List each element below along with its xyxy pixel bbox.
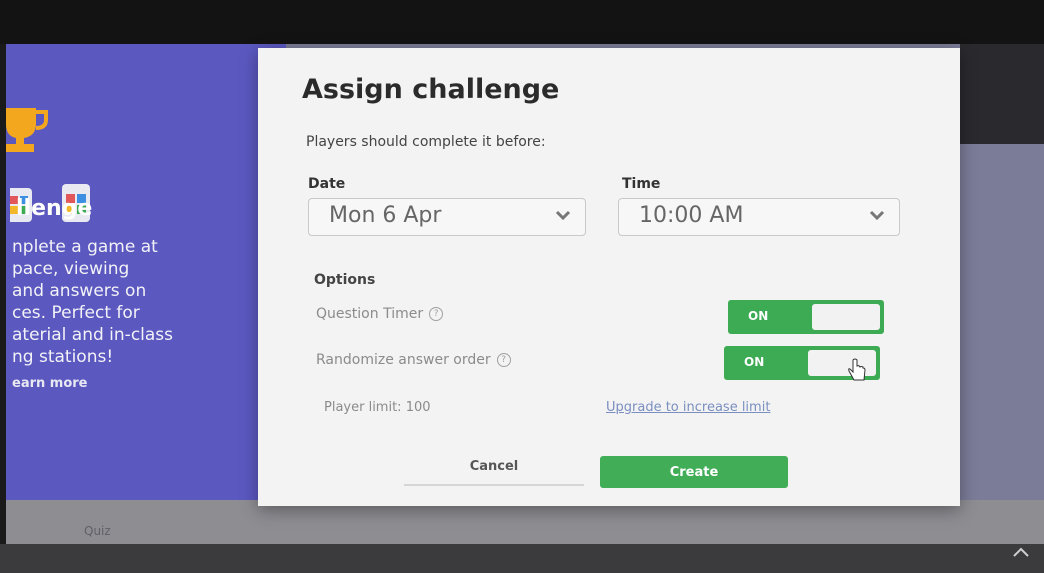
- time-label: Time: [622, 176, 661, 192]
- assign-challenge-modal: Assign challenge Players should complete…: [258, 48, 960, 506]
- challenge-description: nplete a game at pace, viewing and answe…: [12, 237, 174, 367]
- chevron-down-icon: [869, 210, 885, 221]
- learn-more-link[interactable]: earn more: [12, 376, 88, 391]
- help-icon[interactable]: ?: [429, 307, 444, 321]
- screen-bezel-top: [0, 0, 1044, 44]
- cancel-button[interactable]: Cancel: [404, 448, 584, 486]
- chevron-down-icon: [555, 210, 571, 221]
- player-limit-text: Player limit: 100: [324, 400, 431, 415]
- chevron-up-icon[interactable]: [1012, 546, 1030, 558]
- options-heading: Options: [314, 272, 376, 288]
- modal-title: Assign challenge: [302, 74, 560, 105]
- screen-bezel-bottom: [0, 544, 1044, 573]
- modal-subtitle: Players should complete it before:: [306, 134, 546, 150]
- toggle-state: ON: [748, 309, 769, 323]
- hand-pointer-icon: [848, 358, 866, 381]
- create-button[interactable]: Create: [600, 456, 788, 488]
- challenge-info-panel: llenge nplete a game at pace, viewing an…: [6, 44, 286, 500]
- time-select[interactable]: 10:00 AM: [618, 198, 900, 236]
- question-timer-label: Question Timer?: [316, 306, 444, 322]
- dark-corner: [960, 44, 1044, 144]
- question-timer-toggle[interactable]: ON: [728, 300, 884, 334]
- challenge-title: llenge: [16, 196, 93, 221]
- date-select[interactable]: Mon 6 Apr: [308, 198, 586, 236]
- upgrade-link[interactable]: Upgrade to increase limit: [606, 400, 770, 415]
- lower-page-band: [6, 500, 1044, 544]
- date-label: Date: [308, 176, 346, 192]
- toggle-knob: [812, 304, 880, 330]
- quiz-label: Quiz: [84, 524, 111, 538]
- help-icon[interactable]: ?: [496, 353, 511, 367]
- toggle-state: ON: [744, 355, 765, 369]
- randomize-answer-label: Randomize answer order?: [316, 352, 511, 368]
- trophy-icon: [6, 108, 48, 152]
- date-value: Mon 6 Apr: [329, 203, 442, 228]
- time-value: 10:00 AM: [639, 203, 744, 228]
